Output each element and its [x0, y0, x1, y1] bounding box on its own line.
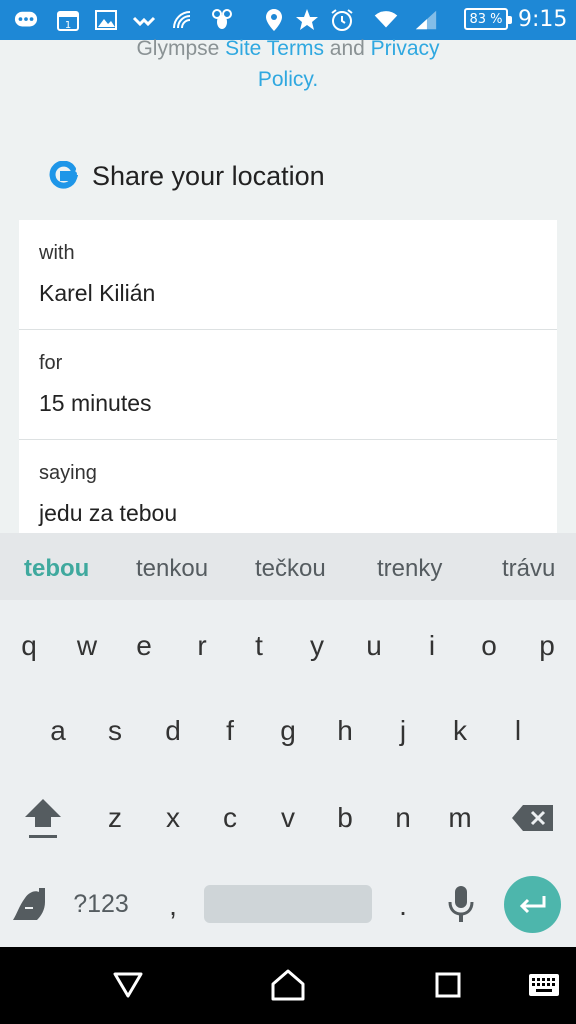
comma-key[interactable]: ,	[148, 876, 198, 936]
key-z[interactable]: z	[90, 788, 140, 848]
back-triangle-icon	[113, 972, 143, 998]
calendar-icon: 1	[56, 8, 80, 32]
key-o[interactable]: o	[464, 616, 514, 676]
key-x[interactable]: x	[148, 788, 198, 848]
share-header: Share your location	[48, 156, 325, 196]
key-p[interactable]: p	[522, 616, 572, 676]
recipient-row[interactable]: with Karel Kilián	[19, 220, 557, 330]
nfc-icon	[170, 8, 194, 32]
key-j[interactable]: j	[378, 701, 428, 761]
share-title: Share your location	[92, 160, 325, 191]
key-l[interactable]: l	[493, 701, 543, 761]
home-icon	[271, 969, 305, 1001]
message-label: saying	[39, 462, 97, 484]
message-row[interactable]: saying jedu za tebou	[19, 440, 557, 533]
image-icon	[94, 8, 118, 32]
back-button[interactable]	[108, 965, 148, 1005]
suggestion-4[interactable]: trenky	[377, 555, 442, 583]
microphone-icon	[448, 886, 474, 922]
keyboard-switch-button[interactable]	[524, 965, 564, 1005]
navigation-bar	[0, 947, 576, 1024]
recipient-value: Karel Kilián	[39, 280, 156, 306]
suggestion-3[interactable]: tečkou	[255, 555, 326, 583]
swipe-hand-icon	[13, 888, 45, 920]
key-m[interactable]: m	[435, 788, 485, 848]
key-c[interactable]: c	[205, 788, 255, 848]
shift-key[interactable]	[18, 788, 68, 848]
clock: 9:15	[518, 7, 568, 32]
glympse-logo-icon	[49, 161, 78, 189]
key-e[interactable]: e	[119, 616, 169, 676]
share-card: with Karel Kilián for 15 minutes saying …	[19, 220, 557, 533]
duration-row[interactable]: for 15 minutes	[19, 330, 557, 440]
home-button[interactable]	[268, 965, 308, 1005]
shift-icon	[25, 799, 61, 838]
suggestion-1[interactable]: tebou	[24, 555, 89, 583]
terms-suffix: .	[312, 68, 319, 91]
wifi-icon	[374, 8, 398, 32]
space-bar[interactable]	[204, 885, 372, 923]
privacy-link-part2[interactable]: Policy	[258, 68, 312, 91]
chat-icon	[14, 8, 38, 32]
recents-button[interactable]	[428, 965, 468, 1005]
enter-key[interactable]	[504, 876, 561, 933]
key-s[interactable]: s	[90, 701, 140, 761]
period-key[interactable]: .	[378, 876, 428, 936]
key-t[interactable]: t	[234, 616, 284, 676]
backspace-icon	[512, 805, 553, 831]
key-d[interactable]: d	[148, 701, 198, 761]
star-icon	[295, 8, 319, 32]
terms-prefix: Glympse	[136, 37, 226, 60]
location-icon	[262, 8, 286, 32]
svg-text:1: 1	[65, 20, 71, 31]
keyboard: tebou tenkou tečkou trenky trávu q w e r…	[0, 533, 576, 947]
key-k[interactable]: k	[435, 701, 485, 761]
key-i[interactable]: i	[407, 616, 457, 676]
duration-label: for	[39, 352, 63, 374]
emoji-gesture-key[interactable]	[6, 874, 56, 934]
message-input[interactable]: jedu za tebou	[39, 500, 177, 527]
key-h[interactable]: h	[320, 701, 370, 761]
site-terms-link[interactable]: Site Terms	[225, 37, 324, 60]
terms-text: Glympse Site Terms and Privacy Policy.	[0, 33, 576, 95]
privacy-link-part1[interactable]: Privacy	[371, 37, 440, 60]
key-f[interactable]: f	[205, 701, 255, 761]
key-b[interactable]: b	[320, 788, 370, 848]
alarm-icon	[330, 8, 354, 32]
backspace-key[interactable]	[508, 788, 558, 848]
key-w[interactable]: w	[62, 616, 112, 676]
key-r[interactable]: r	[177, 616, 227, 676]
return-arrow-icon	[519, 895, 545, 913]
key-g[interactable]: g	[263, 701, 313, 761]
key-a[interactable]: a	[33, 701, 83, 761]
suggestion-bar: tebou tenkou tečkou trenky trávu	[0, 533, 576, 600]
terms-and: and	[323, 37, 371, 60]
keyboard-icon	[529, 974, 559, 996]
bee-icon	[210, 8, 234, 32]
voice-input-key[interactable]	[436, 874, 486, 934]
suggestion-2[interactable]: tenkou	[136, 555, 208, 583]
duration-value: 15 minutes	[39, 390, 152, 416]
wave-icon	[132, 8, 156, 32]
signal-icon	[414, 8, 438, 32]
key-v[interactable]: v	[263, 788, 313, 848]
key-y[interactable]: y	[292, 616, 342, 676]
recipient-label: with	[39, 242, 75, 264]
key-u[interactable]: u	[349, 616, 399, 676]
symbols-key[interactable]: ?123	[68, 874, 134, 934]
key-q[interactable]: q	[4, 616, 54, 676]
suggestion-5[interactable]: trávu	[502, 555, 555, 583]
recents-square-icon	[435, 972, 461, 998]
battery-indicator: 83 %	[464, 8, 512, 30]
key-n[interactable]: n	[378, 788, 428, 848]
